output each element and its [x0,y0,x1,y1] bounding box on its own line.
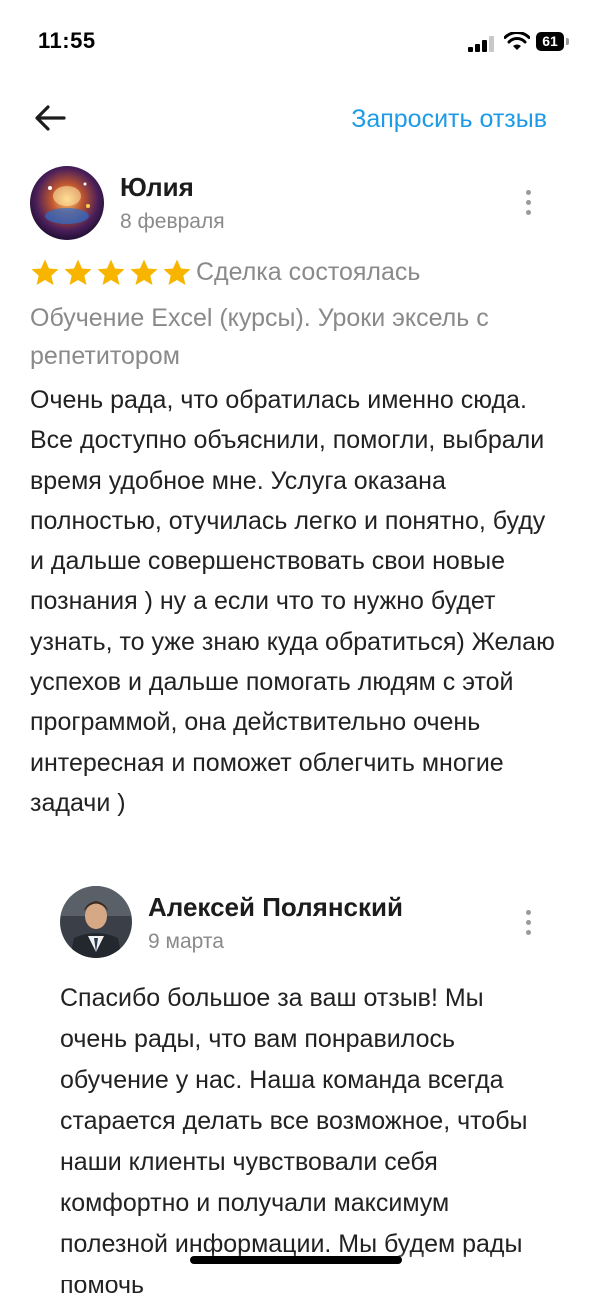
reviewer-name: Юлия [120,172,194,202]
wifi-icon [504,32,530,50]
signal-icon [468,36,494,52]
back-arrow-icon[interactable] [32,100,68,136]
reply-author-avatar [60,886,132,958]
deal-status: Сделка состоялась [196,258,421,286]
star-icon [97,259,125,285]
review-date: 8 февраля [120,210,225,233]
star-icon [163,259,191,285]
star-icon [130,259,158,285]
service-name[interactable]: Обучение Excel (курсы). Уроки эксель с р… [30,299,565,375]
battery-level: 61 [536,32,564,51]
reviewer-avatar [30,166,104,240]
battery-icon: 61 [536,32,570,52]
request-review-link[interactable]: Запросить отзыв [351,105,547,134]
status-time: 11:55 [38,28,96,53]
home-indicator[interactable] [190,1256,402,1264]
reply-author-name: Алексей Полянский [148,892,403,922]
rating-stars [30,258,192,288]
more-options-icon[interactable] [523,190,533,222]
star-icon [64,259,92,285]
review-text: Очень рада, что обратилась именно сюда. … [30,386,555,817]
more-options-icon[interactable] [523,910,533,942]
star-icon [31,259,59,285]
reply-date: 9 марта [148,930,224,953]
